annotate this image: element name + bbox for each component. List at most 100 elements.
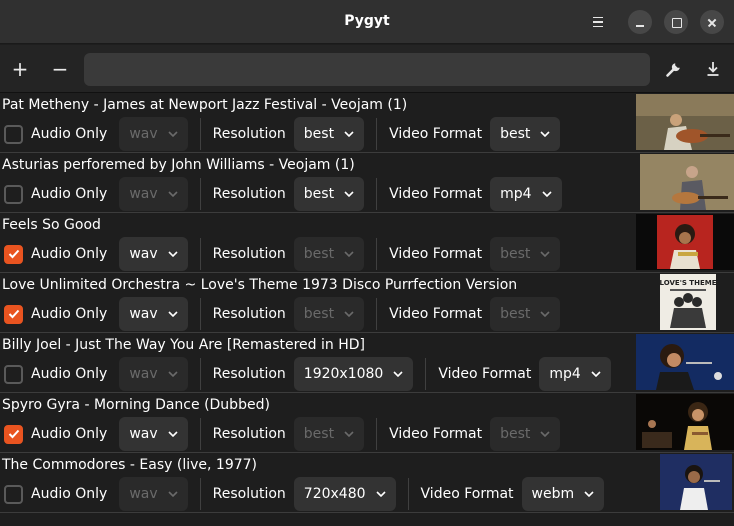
audio-only-label: Audio Only <box>31 366 108 382</box>
video-title: The Commodores - Easy (live, 1977) <box>2 457 258 473</box>
list-item: Love Unlimited Orchestra ~ Love's Theme … <box>0 273 734 333</box>
audio-only-checkbox[interactable] <box>4 184 23 204</box>
video-thumbnail <box>636 334 734 390</box>
separator <box>376 298 378 330</box>
video-title: Spyro Gyra - Morning Dance (Dubbed) <box>2 397 270 413</box>
resolution-dropdown[interactable]: best <box>293 417 365 451</box>
download-button[interactable] <box>697 53 729 85</box>
resolution-value: best <box>303 426 335 442</box>
audio-only-checkbox[interactable] <box>4 304 23 324</box>
maximize-button[interactable] <box>664 10 688 34</box>
separator <box>199 358 201 390</box>
wrench-icon <box>666 63 680 77</box>
resolution-dropdown[interactable]: 720x480 <box>293 477 396 511</box>
add-button[interactable]: + <box>4 53 36 85</box>
resolution-label: Resolution <box>212 426 286 442</box>
audio-only-checkbox[interactable] <box>4 124 23 144</box>
download-list: Pat Metheny - James at Newport Jazz Fest… <box>0 93 734 513</box>
resolution-value: best <box>303 306 335 322</box>
resolution-label: Resolution <box>212 306 286 322</box>
resolution-label: Resolution <box>212 126 286 142</box>
audio-format-value: wav <box>129 486 158 502</box>
audio-only-checkbox[interactable] <box>4 364 23 384</box>
video-format-dropdown[interactable]: best <box>490 297 561 331</box>
audio-only-label: Audio Only <box>31 426 108 442</box>
list-item: Pat Metheny - James at Newport Jazz Fest… <box>0 93 734 153</box>
chevron-down-icon <box>591 371 601 377</box>
separator <box>199 478 201 510</box>
resolution-dropdown[interactable]: best <box>293 117 365 151</box>
separator <box>199 418 201 450</box>
audio-format-value: wav <box>129 306 158 322</box>
video-format-label: Video Format <box>389 426 483 442</box>
chevron-down-icon <box>584 491 594 497</box>
audio-format-dropdown[interactable]: wav <box>119 237 188 271</box>
close-button[interactable] <box>700 10 724 34</box>
audio-only-checkbox[interactable] <box>4 244 23 264</box>
audio-format-value: wav <box>129 246 158 262</box>
video-format-label: Video Format <box>389 126 483 142</box>
resolution-value: 1920x1080 <box>303 366 384 382</box>
list-item: Spyro Gyra - Morning Dance (Dubbed) Audi… <box>0 393 734 453</box>
audio-only-checkbox[interactable] <box>4 424 23 444</box>
audio-format-value: wav <box>129 426 158 442</box>
audio-only-checkbox[interactable] <box>4 484 23 504</box>
video-title: Asturias perforemed by John Williams - V… <box>2 157 355 173</box>
audio-only-label: Audio Only <box>31 486 108 502</box>
video-format-dropdown[interactable]: mp4 <box>490 177 562 211</box>
video-format-dropdown[interactable]: best <box>490 417 561 451</box>
url-input[interactable] <box>84 53 650 86</box>
audio-only-label: Audio Only <box>31 306 108 322</box>
audio-format-dropdown[interactable]: wav <box>119 177 188 211</box>
resolution-label: Resolution <box>212 246 286 262</box>
hamburger-menu-icon[interactable] <box>586 10 610 34</box>
chevron-down-icon <box>393 371 403 377</box>
resolution-dropdown[interactable]: 1920x1080 <box>293 357 414 391</box>
resolution-value: best <box>303 246 335 262</box>
video-thumbnail <box>636 214 734 270</box>
chevron-down-icon <box>168 311 178 317</box>
list-item: Asturias perforemed by John Williams - V… <box>0 153 734 213</box>
minimize-button[interactable] <box>628 10 652 34</box>
resolution-dropdown[interactable]: best <box>293 237 365 271</box>
video-title: Billy Joel - Just The Way You Are [Remas… <box>2 337 365 353</box>
audio-format-dropdown[interactable]: wav <box>119 477 188 511</box>
resolution-label: Resolution <box>212 486 286 502</box>
audio-format-value: wav <box>129 126 158 142</box>
video-format-value: best <box>500 426 531 442</box>
resolution-dropdown[interactable]: best <box>293 177 365 211</box>
resolution-value: best <box>303 186 335 202</box>
chevron-down-icon <box>168 191 178 197</box>
separator <box>425 358 427 390</box>
audio-format-value: wav <box>129 186 158 202</box>
resolution-value: best <box>303 126 335 142</box>
resolution-dropdown[interactable]: best <box>293 297 365 331</box>
audio-format-dropdown[interactable]: wav <box>119 297 188 331</box>
checkmark-icon <box>8 309 19 319</box>
audio-format-dropdown[interactable]: wav <box>119 357 188 391</box>
separator <box>199 298 201 330</box>
toolbar: + − <box>0 45 734 93</box>
audio-format-dropdown[interactable]: wav <box>119 417 188 451</box>
list-item: Feels So Good Audio Only wav Resolution … <box>0 213 734 273</box>
audio-only-label: Audio Only <box>31 246 108 262</box>
chevron-down-icon <box>344 311 354 317</box>
video-format-dropdown[interactable]: best <box>490 117 561 151</box>
video-format-dropdown[interactable]: mp4 <box>539 357 611 391</box>
checkmark-icon <box>8 429 19 439</box>
chevron-down-icon <box>540 311 550 317</box>
separator <box>407 478 409 510</box>
audio-format-value: wav <box>129 366 158 382</box>
audio-format-dropdown[interactable]: wav <box>119 117 188 151</box>
video-format-dropdown[interactable]: best <box>490 237 561 271</box>
settings-button[interactable] <box>658 53 690 85</box>
video-format-dropdown[interactable]: webm <box>521 477 605 511</box>
header-bar: Pygyt <box>0 0 734 44</box>
remove-button[interactable]: − <box>44 53 76 85</box>
video-format-label: Video Format <box>389 186 483 202</box>
video-format-value: webm <box>531 486 575 502</box>
chevron-down-icon <box>168 431 178 437</box>
chevron-down-icon <box>168 491 178 497</box>
resolution-value: 720x480 <box>303 486 366 502</box>
video-thumbnail: LOVE'S THEME <box>660 274 716 330</box>
